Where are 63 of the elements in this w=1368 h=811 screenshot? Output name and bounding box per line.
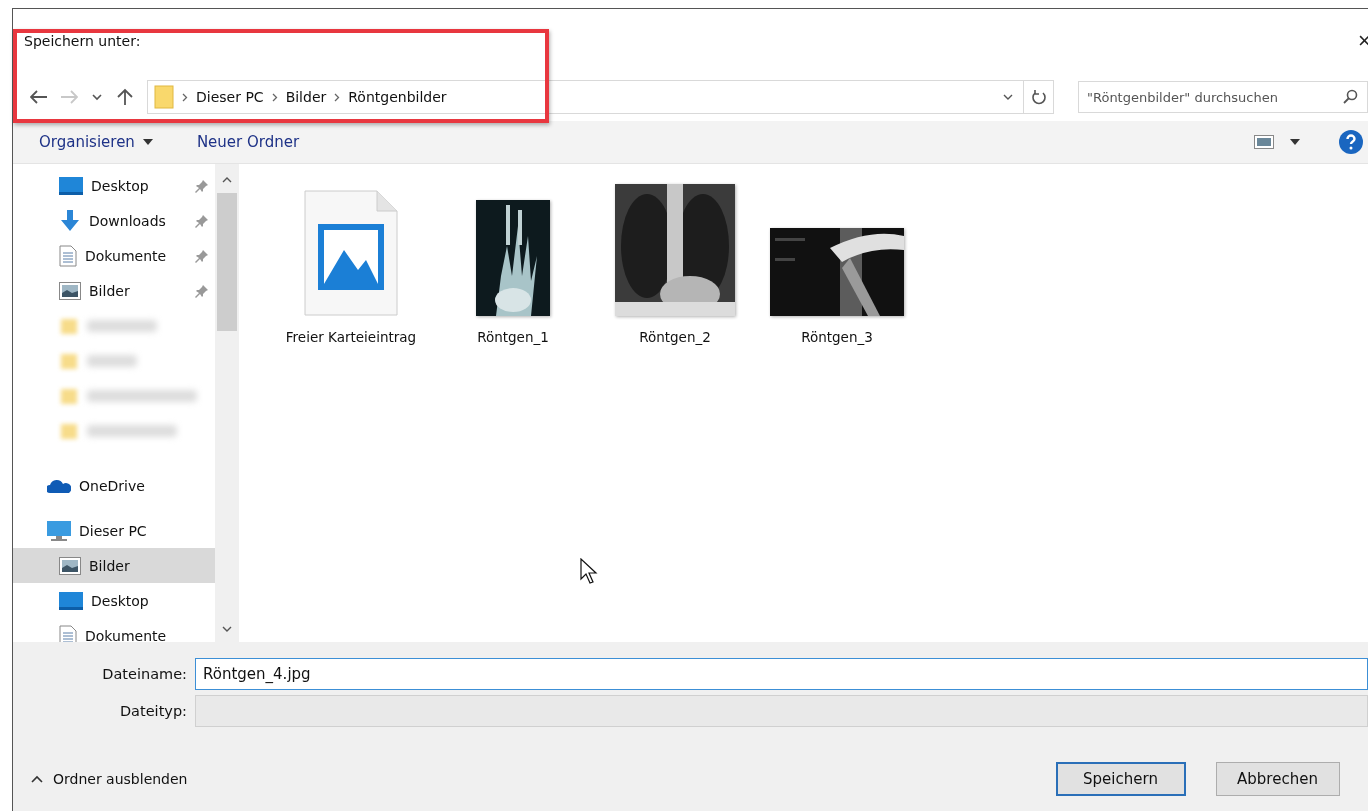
file-name: Freier Karteieintrag — [285, 328, 417, 347]
sidebar-item[interactable]: Desktop — [13, 168, 215, 203]
save-button[interactable]: Speichern — [1055, 762, 1186, 796]
address-bar[interactable]: Dieser PC Bilder Röntgenbilder — [147, 80, 1054, 114]
filetype-label: Dateityp: — [118, 703, 188, 719]
mouse-cursor-icon — [580, 558, 598, 584]
folder-icon — [154, 85, 174, 109]
breadcrumb-item[interactable]: Röntgenbilder — [340, 89, 455, 105]
pin-icon[interactable] — [195, 213, 209, 228]
filename-label: Dateiname: — [101, 666, 188, 682]
chevron-right-icon — [182, 92, 188, 102]
caret-icon[interactable] — [1290, 139, 1300, 145]
image-file-icon[interactable] — [304, 190, 398, 316]
chevron-icon — [31, 775, 43, 783]
sidebar-item[interactable]: Desktop — [13, 583, 215, 618]
file-name: Röntgen_3 — [801, 328, 873, 347]
caret-icon — [142, 139, 153, 145]
organize-menu-button[interactable]: Organisieren — [39, 133, 153, 151]
search-field[interactable]: "Röntgenbilder" durchsuchen — [1078, 81, 1368, 113]
new-folder-button[interactable]: Neuer Ordner — [196, 133, 300, 151]
sidebar-item[interactable]: Bilder — [13, 273, 215, 308]
pictures-icon — [59, 556, 81, 575]
chevron-icon — [1003, 92, 1013, 102]
filename-field[interactable]: Röntgen_4.jpg — [195, 658, 1368, 690]
download-arrow-icon — [59, 209, 81, 232]
file-name: Röntgen_1 — [477, 328, 549, 347]
chevron-icon — [92, 93, 102, 101]
dialog-title: Speichern unter: — [24, 33, 141, 49]
cancel-button[interactable]: Abbrechen — [1215, 762, 1340, 796]
sidebar-item[interactable]: Dieser PC — [13, 513, 215, 548]
chevron-right-icon — [271, 92, 278, 102]
sidebar-item[interactable]: Dokumente — [13, 238, 215, 273]
file-name: Röntgen_2 — [639, 328, 711, 347]
sidebar-item[interactable]: Bilder — [13, 548, 215, 583]
chevron-icon — [222, 624, 232, 634]
blurred-label — [87, 354, 137, 367]
document-icon — [59, 244, 77, 267]
sidebar-item[interactable]: Downloads — [13, 203, 215, 238]
refresh-icon — [1031, 89, 1046, 105]
scrollbar[interactable] — [215, 164, 239, 642]
computer-icon — [47, 520, 71, 541]
pin-icon[interactable] — [195, 178, 209, 193]
monitor-icon — [59, 176, 83, 195]
pin-icon[interactable] — [195, 248, 209, 263]
search-icon — [1342, 89, 1358, 105]
breadcrumb-item[interactable]: Dieser PC — [188, 89, 272, 105]
document-icon — [59, 624, 77, 642]
pictures-icon — [59, 281, 81, 300]
cloud-icon — [47, 477, 71, 494]
back-arrow-icon — [30, 90, 48, 104]
hide-folders-button[interactable]: Ordner ausblenden — [31, 771, 188, 787]
monitor-icon — [59, 591, 83, 610]
scrollbar-thumb[interactable] — [217, 193, 237, 331]
up-arrow-icon — [117, 88, 133, 106]
chevron-right-icon — [334, 92, 341, 102]
sidebar-item[interactable]: OneDrive — [13, 468, 215, 503]
blurred-label — [87, 319, 157, 332]
help-icon[interactable] — [1338, 129, 1364, 155]
forward-arrow-icon — [60, 90, 78, 104]
pin-icon[interactable] — [195, 283, 209, 298]
chevron-icon — [222, 175, 232, 185]
breadcrumb-item[interactable]: Bilder — [277, 89, 335, 105]
view-options-icon[interactable] — [1254, 135, 1274, 149]
